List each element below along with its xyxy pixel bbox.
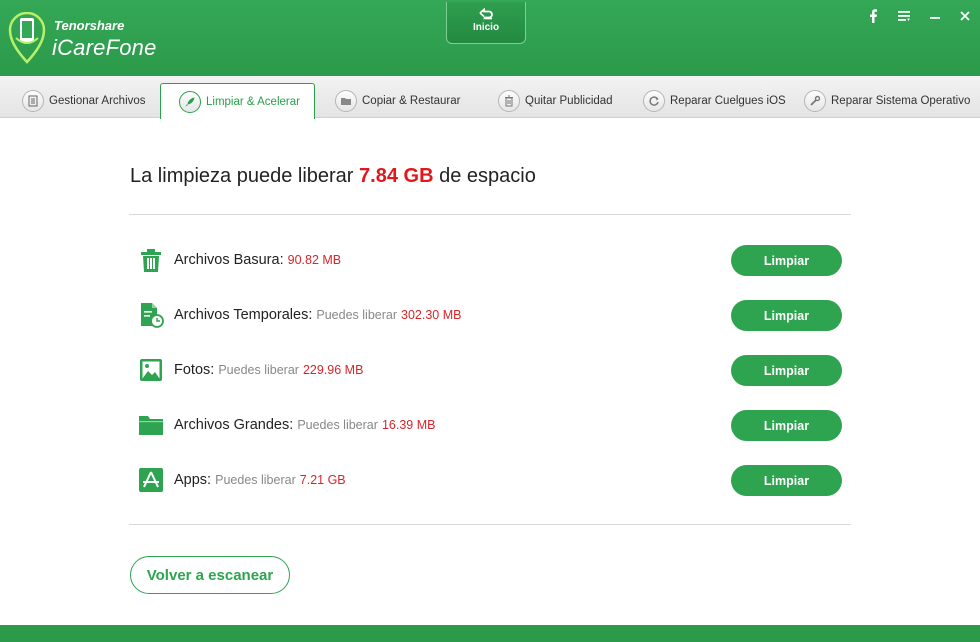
tab-gestionar-archivos[interactable]: Gestionar Archivos: [22, 84, 146, 118]
list-item-fotos: Fotos: Puedes liberar 229.96 MB Limpiar: [138, 354, 842, 388]
list-item-archivos-grandes: Archivos Grandes: Puedes liberar 16.39 M…: [138, 409, 842, 443]
home-button[interactable]: Inicio: [446, 2, 526, 44]
wrench-icon: [804, 90, 826, 112]
headline-amount: 7.84 GB: [359, 165, 434, 187]
item-sub: Puedes liberar: [218, 363, 299, 377]
temp-file-icon: [141, 303, 164, 328]
item-sub: Puedes liberar: [215, 473, 296, 487]
headline-prefix: La limpieza puede liberar: [130, 165, 360, 187]
divider-bottom: [129, 524, 851, 525]
tab-copiar-restaurar[interactable]: Copiar & Restaurar: [335, 84, 460, 118]
item-name: Archivos Temporales:: [174, 307, 313, 323]
tab-reparar-cuelgues[interactable]: Reparar Cuelgues iOS: [643, 84, 786, 118]
item-sub: Puedes liberar: [316, 308, 397, 322]
divider-top: [129, 214, 851, 215]
limpiar-button[interactable]: Limpiar: [731, 300, 842, 331]
limpiar-button[interactable]: Limpiar: [731, 245, 842, 276]
item-size: 7.21 GB: [299, 473, 346, 487]
photo-icon: [140, 359, 162, 381]
app-header: Tenorshare iCareFone Inicio: [0, 0, 980, 76]
item-size: 90.82 MB: [287, 253, 342, 267]
tab-label: Reparar Cuelgues iOS: [670, 95, 786, 107]
item-size: 229.96 MB: [302, 363, 364, 377]
item-name: Apps:: [174, 472, 212, 488]
folder-backup-icon: [335, 90, 357, 112]
list-item-apps: Apps: Puedes liberar 7.21 GB Limpiar: [138, 464, 842, 498]
tab-label: Limpiar & Acelerar: [206, 95, 300, 108]
tab-label: Copiar & Restaurar: [362, 95, 461, 107]
list-item-archivos-basura: Archivos Basura: 90.82 MB Limpiar: [138, 244, 842, 278]
rescan-button[interactable]: Volver a escanear: [130, 556, 290, 594]
brand-product: iCareFone: [52, 35, 157, 60]
trash-icon: [498, 90, 520, 112]
folder-icon: [139, 416, 163, 435]
item-size: 302.30 MB: [401, 308, 462, 322]
refresh-icon: [643, 90, 665, 112]
facebook-icon[interactable]: [862, 6, 884, 26]
home-label: Inicio: [472, 22, 500, 33]
tab-bar: Gestionar Archivos Limpiar & Acelerar Co…: [0, 76, 980, 119]
footer-bar: [0, 625, 980, 642]
brand-company: Tenorshare: [54, 18, 125, 33]
headline-suffix: de espacio: [433, 165, 536, 187]
limpiar-button[interactable]: Limpiar: [731, 465, 842, 496]
trash-can-icon: [141, 249, 161, 272]
tab-reparar-sistema[interactable]: Reparar Sistema Operativo: [804, 84, 970, 118]
return-icon: [479, 8, 493, 20]
rocket-icon: [179, 90, 201, 113]
icarefone-logo-icon: [8, 12, 46, 64]
item-sub: Puedes liberar: [297, 418, 378, 432]
tab-label: Quitar Publicidad: [525, 95, 613, 107]
close-icon[interactable]: [954, 6, 976, 26]
tab-quitar-publicidad[interactable]: Quitar Publicidad: [498, 84, 613, 118]
list-item-archivos-temporales: Archivos Temporales: Puedes liberar 302.…: [138, 299, 842, 333]
limpiar-button[interactable]: Limpiar: [731, 355, 842, 386]
tab-label: Reparar Sistema Operativo: [831, 95, 971, 107]
tab-label: Gestionar Archivos: [49, 95, 146, 107]
tab-limpiar-acelerar[interactable]: Limpiar & Acelerar: [160, 83, 315, 119]
item-name: Archivos Basura:: [174, 252, 284, 268]
item-name: Archivos Grandes:: [174, 417, 294, 433]
page-headline: La limpieza puede liberar 7.84 GB de esp…: [130, 165, 536, 188]
app-store-icon: [139, 468, 163, 492]
item-size: 16.39 MB: [381, 418, 436, 432]
limpiar-button[interactable]: Limpiar: [731, 410, 842, 441]
file-manager-icon: [22, 90, 44, 112]
menu-icon[interactable]: [893, 6, 915, 26]
item-name: Fotos:: [174, 362, 215, 378]
minimize-icon[interactable]: [924, 6, 946, 26]
